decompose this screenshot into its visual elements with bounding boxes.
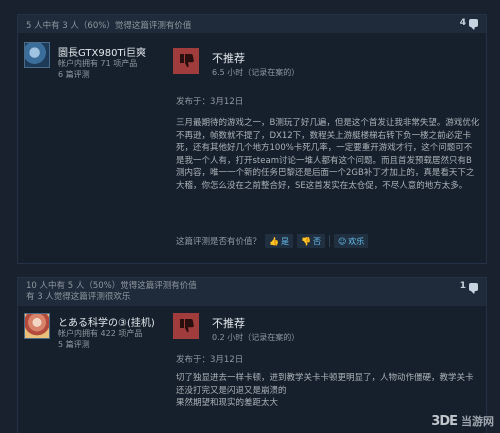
review-count[interactable]: 6 篇评测 bbox=[58, 69, 90, 80]
comment-count: 1 bbox=[459, 281, 466, 291]
comment-count-badge[interactable]: 4 bbox=[459, 18, 478, 30]
helpful-text: 10 人中有 5 人（50%）觉得这篇评测有价值 bbox=[26, 281, 197, 291]
review-card: 5 人中有 3 人（60%）觉得这篇评测有价值 4 圜長GTX980Ti巨爽 帐… bbox=[17, 14, 487, 264]
username[interactable]: とある科学の③(挂机) bbox=[58, 314, 155, 329]
vote-controls: 这篇评测是否有价值？ 👍 是 👎 否 ☺ 欢乐 bbox=[176, 234, 369, 248]
comment-count: 4 bbox=[459, 18, 466, 28]
watermark-site: 当游网 bbox=[461, 415, 494, 428]
reviews-page: 5 人中有 3 人（60%）觉得这篇评测有价值 4 圜長GTX980Ti巨爽 帐… bbox=[0, 0, 500, 433]
thumbs-up-icon: 👍 bbox=[269, 236, 279, 246]
username[interactable]: 圜長GTX980Ti巨爽 bbox=[58, 44, 146, 59]
helpful-summary: 10 人中有 5 人（50%）觉得这篇评测有价值 有 3 人觉得这篇评测很欢乐 … bbox=[18, 278, 486, 306]
comment-icon bbox=[469, 282, 478, 294]
review-text: 切了独显进去一样卡顿，进到教学关卡卡顿更明显了，人物动作僵硬，教学关卡还没打完又… bbox=[176, 373, 474, 408]
thumbs-down-icon bbox=[173, 313, 199, 339]
posted-date: 发布于：3月12日 bbox=[176, 355, 244, 365]
watermark-logo: 3DE bbox=[431, 413, 458, 429]
hours-played: 6.5 小时（记录在案的） bbox=[212, 68, 300, 77]
comment-count-badge[interactable]: 1 bbox=[459, 281, 478, 294]
comment-icon bbox=[469, 19, 478, 30]
posted-date: 发布于：3月12日 bbox=[176, 97, 244, 107]
review-verdict: 不推荐 bbox=[212, 52, 245, 65]
vote-prompt: 这篇评测是否有价值？ bbox=[176, 237, 262, 247]
review-verdict: 不推荐 bbox=[212, 317, 245, 330]
review-text: 三月最期待的游戏之一，B测玩了好几遍，但是这个首发让我非常失望。游戏优化不再逊，… bbox=[176, 118, 480, 191]
review-card: 10 人中有 5 人（50%）觉得这篇评测有价值 有 3 人觉得这篇评测很欢乐 … bbox=[17, 277, 487, 433]
divider bbox=[328, 235, 330, 247]
vote-funny-button[interactable]: ☺ 欢乐 bbox=[333, 234, 369, 248]
helpful-text: 5 人中有 3 人（60%）觉得这篇评测有价值 bbox=[26, 21, 192, 31]
thumbs-down-icon bbox=[173, 48, 199, 74]
avatar[interactable] bbox=[24, 313, 50, 339]
vote-yes-button[interactable]: 👍 是 bbox=[265, 234, 293, 248]
site-watermark: 3DE 当游网 bbox=[431, 413, 494, 429]
review-count[interactable]: 5 篇评测 bbox=[58, 339, 90, 350]
products-owned[interactable]: 帐户内拥有 71 项产品 bbox=[58, 58, 137, 69]
funny-text: 有 3 人觉得这篇评测很欢乐 bbox=[26, 292, 131, 302]
thumbs-down-small-icon: 👎 bbox=[300, 236, 311, 246]
avatar[interactable] bbox=[24, 42, 50, 68]
vote-no-button[interactable]: 👎 否 bbox=[296, 234, 325, 248]
hours-played: 0.2 小时（记录在案的） bbox=[212, 333, 300, 342]
smiley-icon: ☺ bbox=[337, 236, 347, 246]
products-owned[interactable]: 帐户内拥有 422 项产品 bbox=[58, 328, 142, 339]
helpful-summary: 5 人中有 3 人（60%）觉得这篇评测有价值 4 bbox=[18, 15, 486, 33]
